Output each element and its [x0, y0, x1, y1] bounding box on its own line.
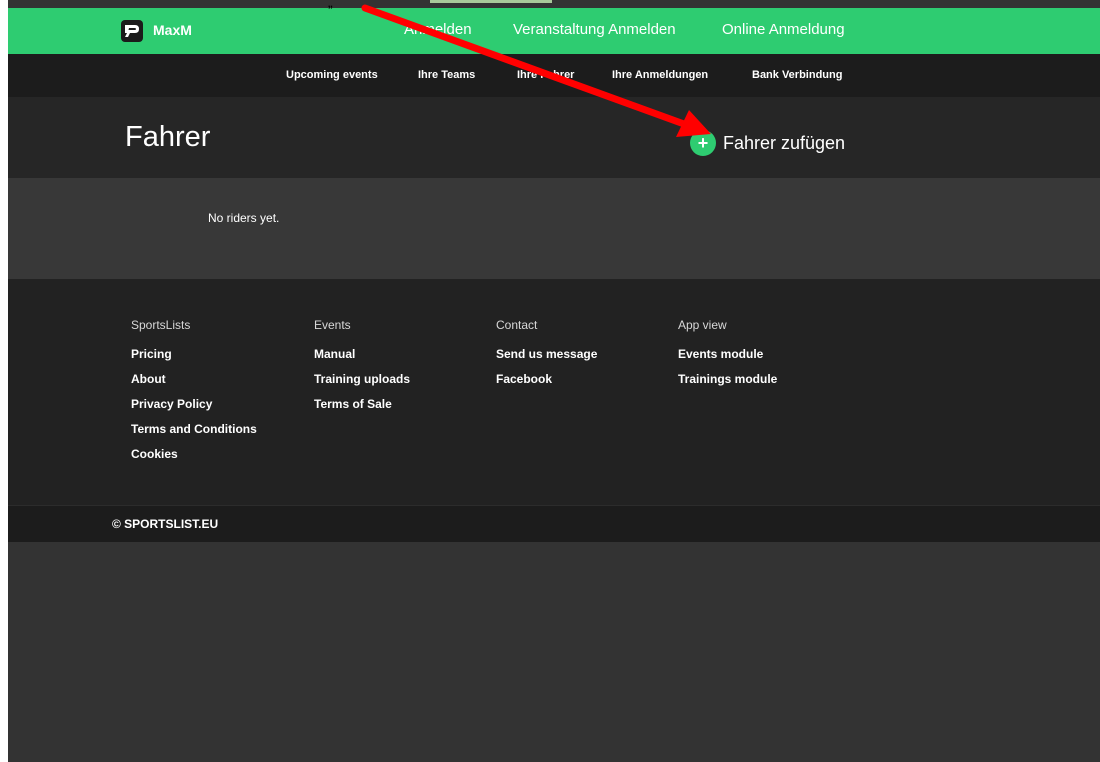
riders-list: No riders yet. — [8, 178, 1100, 279]
footer-heading: Contact — [496, 318, 538, 332]
footer-link-terms-of-sale[interactable]: Terms of Sale — [314, 397, 410, 422]
app-window: MaxM Anmelden Veranstaltung Anmelden Onl… — [8, 0, 1100, 762]
copyright-text: © SPORTSLIST.EU — [112, 517, 219, 531]
footer-col-contact: Contact Send us message Facebook — [496, 318, 597, 397]
footer-link-training-uploads[interactable]: Training uploads — [314, 372, 410, 397]
footer-heading: Events — [314, 318, 351, 332]
subnav-bank-verbindung[interactable]: Bank Verbindung — [752, 69, 842, 81]
annotation-quote-mark: „ — [328, 0, 333, 10]
subnav-upcoming-events[interactable]: Upcoming events — [286, 69, 378, 81]
subnav-ihre-fahrer[interactable]: Ihre Fahrer — [517, 69, 574, 81]
nav-active-indicator — [430, 0, 552, 3]
plus-icon[interactable]: + — [690, 130, 716, 156]
footer: SportsLists Pricing About Privacy Policy… — [8, 279, 1100, 505]
footer-link-pricing[interactable]: Pricing — [131, 347, 257, 372]
nav-veranstaltung-anmelden[interactable]: Veranstaltung Anmelden — [513, 21, 676, 38]
footer-col-sportslists: SportsLists Pricing About Privacy Policy… — [131, 318, 257, 472]
user-name[interactable]: MaxM — [153, 22, 192, 38]
top-bar: MaxM Anmelden Veranstaltung Anmelden Onl… — [8, 8, 1100, 54]
subnav-ihre-teams[interactable]: Ihre Teams — [418, 69, 475, 81]
footer-link-trainings-module[interactable]: Trainings module — [678, 372, 777, 397]
logo-icon[interactable] — [121, 20, 143, 42]
footer-link-events-module[interactable]: Events module — [678, 347, 777, 372]
footer-link-facebook[interactable]: Facebook — [496, 372, 597, 397]
footer-heading: SportsLists — [131, 318, 191, 332]
nav-online-anmeldung[interactable]: Online Anmeldung — [722, 21, 845, 38]
add-rider-button[interactable]: + Fahrer zufügen — [690, 130, 845, 156]
footer-heading: App view — [678, 318, 727, 332]
footer-link-cookies[interactable]: Cookies — [131, 447, 257, 472]
footer-col-app-view: App view Events module Trainings module — [678, 318, 777, 397]
footer-link-manual[interactable]: Manual — [314, 347, 410, 372]
sub-nav: Upcoming events Ihre Teams Ihre Fahrer I… — [8, 54, 1100, 97]
page-title: Fahrer — [125, 121, 211, 153]
subnav-ihre-anmeldungen[interactable]: Ihre Anmeldungen — [612, 69, 708, 81]
add-rider-label[interactable]: Fahrer zufügen — [723, 133, 845, 154]
copyright-bar: © SPORTSLIST.EU — [8, 505, 1100, 542]
footer-link-send-us-message[interactable]: Send us message — [496, 347, 597, 372]
footer-link-terms-and-conditions[interactable]: Terms and Conditions — [131, 422, 257, 447]
footer-col-events: Events Manual Training uploads Terms of … — [314, 318, 410, 422]
footer-link-about[interactable]: About — [131, 372, 257, 397]
footer-link-privacy-policy[interactable]: Privacy Policy — [131, 397, 257, 422]
nav-anmelden[interactable]: Anmelden — [404, 21, 472, 38]
page-header: Fahrer + Fahrer zufügen — [8, 97, 1100, 178]
empty-message: No riders yet. — [208, 211, 280, 225]
